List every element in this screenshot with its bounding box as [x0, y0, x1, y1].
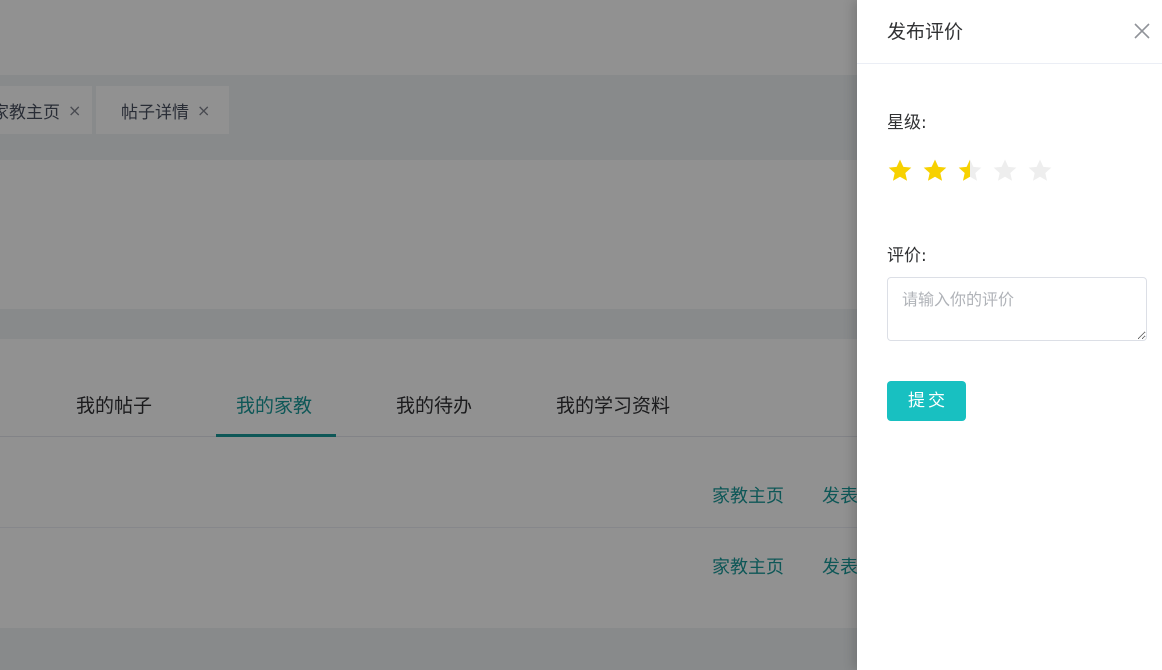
drawer-title: 发布评价	[887, 21, 964, 43]
star-icon[interactable]	[922, 157, 957, 187]
star-icon[interactable]	[992, 157, 1027, 187]
star-icon[interactable]	[887, 157, 922, 187]
submit-button[interactable]: 提交	[887, 381, 966, 421]
drawer-header: 发布评价	[857, 0, 1162, 64]
review-drawer: 发布评价 星级: 评价: 提交	[857, 0, 1162, 670]
star-icon[interactable]	[957, 157, 992, 187]
close-icon[interactable]	[1132, 21, 1152, 41]
comment-input[interactable]	[887, 277, 1147, 341]
star-rating[interactable]	[887, 157, 1062, 187]
star-icon[interactable]	[1027, 157, 1062, 187]
rating-label: 星级:	[887, 113, 927, 133]
comment-label: 评价:	[887, 246, 927, 266]
